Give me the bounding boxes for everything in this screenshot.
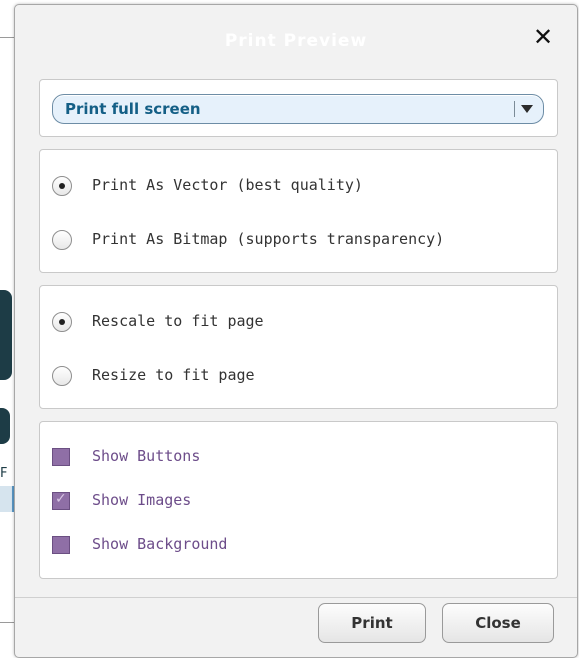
background-divider <box>0 37 14 38</box>
checkbox-label: Show Images <box>92 491 192 509</box>
checkbox[interactable] <box>52 491 70 510</box>
print-scope-select[interactable]: Print full screen <box>52 94 544 124</box>
radio-button[interactable] <box>52 366 72 386</box>
print-button[interactable]: Print <box>318 603 426 643</box>
radio-button[interactable] <box>52 312 72 332</box>
dropdown-separator <box>514 101 515 117</box>
chevron-down-icon[interactable] <box>521 105 533 113</box>
radio-button[interactable] <box>52 230 72 250</box>
background-graphic <box>0 408 10 444</box>
print-scope-panel: Print full screen <box>39 79 558 137</box>
scaling-panel: Rescale to fit page Resize to fit page <box>39 285 558 409</box>
checkbox[interactable] <box>52 448 70 466</box>
close-icon[interactable]: ✕ <box>529 23 557 51</box>
footer-divider <box>15 597 577 598</box>
background-graphic <box>0 290 12 380</box>
radio-label: Print As Bitmap (supports transparency) <box>92 230 445 248</box>
background-text: F <box>0 466 8 481</box>
radio-button[interactable] <box>52 176 72 196</box>
visibility-panel: Show Buttons Show Images Show Background <box>39 421 558 579</box>
background-scrollbar <box>0 486 14 512</box>
checkbox-label: Show Buttons <box>92 447 201 465</box>
radio-label: Print As Vector (best quality) <box>92 176 363 194</box>
background-divider <box>0 622 14 623</box>
checkbox-label: Show Background <box>92 535 228 553</box>
close-button[interactable]: Close <box>442 603 554 643</box>
render-mode-panel: Print As Vector (best quality) Print As … <box>39 149 558 273</box>
dialog-titlebar[interactable]: Print Preview ✕ <box>15 5 577 65</box>
print-scope-value: Print full screen <box>65 100 201 118</box>
radio-label: Rescale to fit page <box>92 312 264 330</box>
dialog-title: Print Preview <box>224 31 368 51</box>
radio-label: Resize to fit page <box>92 366 255 384</box>
checkbox[interactable] <box>52 536 70 554</box>
print-preview-dialog: Print Preview ✕ Print full screen Print … <box>14 4 578 658</box>
